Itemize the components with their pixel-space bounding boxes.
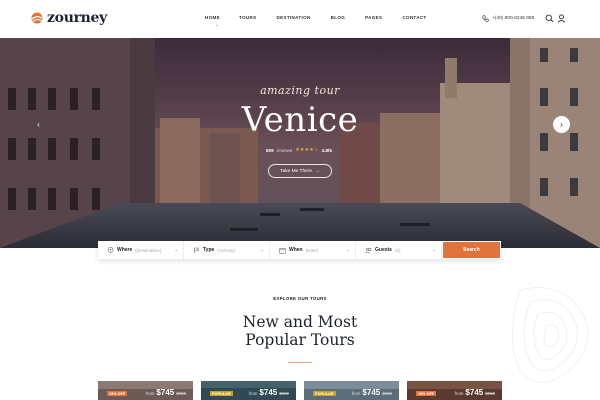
section-title-line-1: New and Most <box>242 313 358 331</box>
tour-card[interactable]: 15% OFF from $745 $950 <box>407 381 502 400</box>
when-label: When <box>289 247 303 253</box>
nav-home[interactable]: HOME <box>205 15 220 20</box>
popular-badge: POPULAR <box>210 391 233 396</box>
type-placeholder: (Activity) <box>217 247 235 253</box>
when-field[interactable]: When (Date) ⌄ <box>270 241 356 259</box>
chevron-left-icon: ‹ <box>37 120 40 129</box>
explore-kicker: EXPLORE OUR TOURS <box>273 296 327 301</box>
main-nav: HOME TOURS DESTINATION BLOG PAGES CONTAC… <box>205 15 427 20</box>
price-old: $950 <box>279 391 289 396</box>
price-old: $950 <box>382 391 392 396</box>
search-icon[interactable] <box>545 14 554 23</box>
tour-card[interactable]: 15% OFF from $745 $950 <box>98 381 193 400</box>
where-placeholder: (Destination) <box>135 247 162 253</box>
price-from-label: from <box>351 391 361 396</box>
tour-card[interactable]: POPULAR from $745 $950 <box>201 381 296 400</box>
hero-rating: 609 reviews ★★★★☆ 4.8/5 <box>266 147 332 153</box>
where-field[interactable]: Where (Destination) ⌄ <box>98 241 184 259</box>
nav-destination[interactable]: DESTINATION <box>276 15 310 20</box>
logo-text: zourney <box>47 10 107 26</box>
phone-icon <box>482 15 489 22</box>
price-old: $950 <box>176 391 186 396</box>
tour-price: from $745 $950 <box>352 388 392 397</box>
discount-badge: 15% OFF <box>416 391 437 396</box>
slider-prev-button[interactable]: ‹ <box>30 116 47 133</box>
reviews-label: reviews <box>276 147 293 153</box>
price-from-label: from <box>145 391 155 396</box>
chevron-down-icon: ⌄ <box>174 247 178 252</box>
type-label: Type <box>203 247 215 253</box>
nav-blog[interactable]: BLOG <box>331 15 345 20</box>
search-button[interactable]: Search <box>443 242 500 258</box>
venice-canal-photo <box>0 38 600 248</box>
chevron-down-icon: ⌄ <box>432 247 436 252</box>
tour-price: from $745 $950 <box>146 388 186 397</box>
logo[interactable]: zourney <box>30 10 107 26</box>
tour-price: from $745 $950 <box>455 388 495 397</box>
arrow-right-icon: → <box>315 168 320 174</box>
hero-banner: amazing tour Venice 609 reviews ★★★★☆ 4.… <box>0 38 600 248</box>
type-field[interactable]: Type (Activity) ⌄ <box>184 241 270 259</box>
nav-pages[interactable]: PAGES <box>365 15 382 20</box>
popular-badge: POPULAR <box>313 391 336 396</box>
logo-icon <box>31 12 43 24</box>
price-from-label: from <box>248 391 258 396</box>
price-current: $745 <box>259 388 278 397</box>
guests-placeholder: (0) <box>394 247 401 253</box>
chevron-down-icon: ⌄ <box>260 247 264 252</box>
slider-next-button[interactable]: › <box>553 116 570 133</box>
flag-icon <box>194 247 200 253</box>
when-placeholder: (Date) <box>305 247 319 253</box>
tour-card[interactable]: POPULAR from $745 $950 <box>304 381 399 400</box>
nav-contact[interactable]: CONTACT <box>402 15 426 20</box>
price-current: $745 <box>465 388 484 397</box>
phone-number: +(40) 800-0246 888 <box>492 16 535 21</box>
section-title: New and Most Popular Tours <box>0 313 600 349</box>
price-from-label: from <box>454 391 464 396</box>
guests-label: Guests <box>375 247 392 253</box>
hero-tagline: amazing tour <box>260 84 340 97</box>
phone-contact[interactable]: +(40) 800-0246 888 <box>482 15 534 22</box>
price-current: $745 <box>362 388 381 397</box>
location-icon <box>107 246 114 254</box>
user-icon[interactable] <box>557 14 566 23</box>
take-me-there-label: Take Me There <box>280 168 313 174</box>
section-title-line-2: Popular Tours <box>245 331 355 349</box>
chevron-down-icon: ⌄ <box>346 247 350 252</box>
chevron-right-icon: › <box>560 120 563 129</box>
site-header: zourney HOME TOURS DESTINATION BLOG PAGE… <box>0 0 600 38</box>
price-current: $745 <box>156 388 175 397</box>
hero-title: Venice <box>241 100 359 140</box>
tour-search-bar: Where (Destination) ⌄ Type (Activity) ⌄ … <box>98 241 501 259</box>
calendar-icon <box>279 247 286 254</box>
price-old: $950 <box>485 391 495 396</box>
reviews-count: 609 <box>266 147 274 153</box>
tour-price: from $745 $950 <box>249 388 289 397</box>
nav-tours[interactable]: TOURS <box>239 15 257 20</box>
section-divider <box>288 362 312 363</box>
nav-active-caret-icon: ⌄ <box>215 22 219 27</box>
take-me-there-button[interactable]: Take Me There → <box>268 164 332 178</box>
rating-score: 4.8/5 <box>321 147 332 153</box>
rating-stars-icon: ★★★★☆ <box>295 147 319 153</box>
discount-badge: 15% OFF <box>107 391 128 396</box>
guests-icon <box>365 247 372 254</box>
guests-field[interactable]: Guests (0) ⌄ <box>356 241 442 259</box>
where-label: Where <box>117 247 133 253</box>
